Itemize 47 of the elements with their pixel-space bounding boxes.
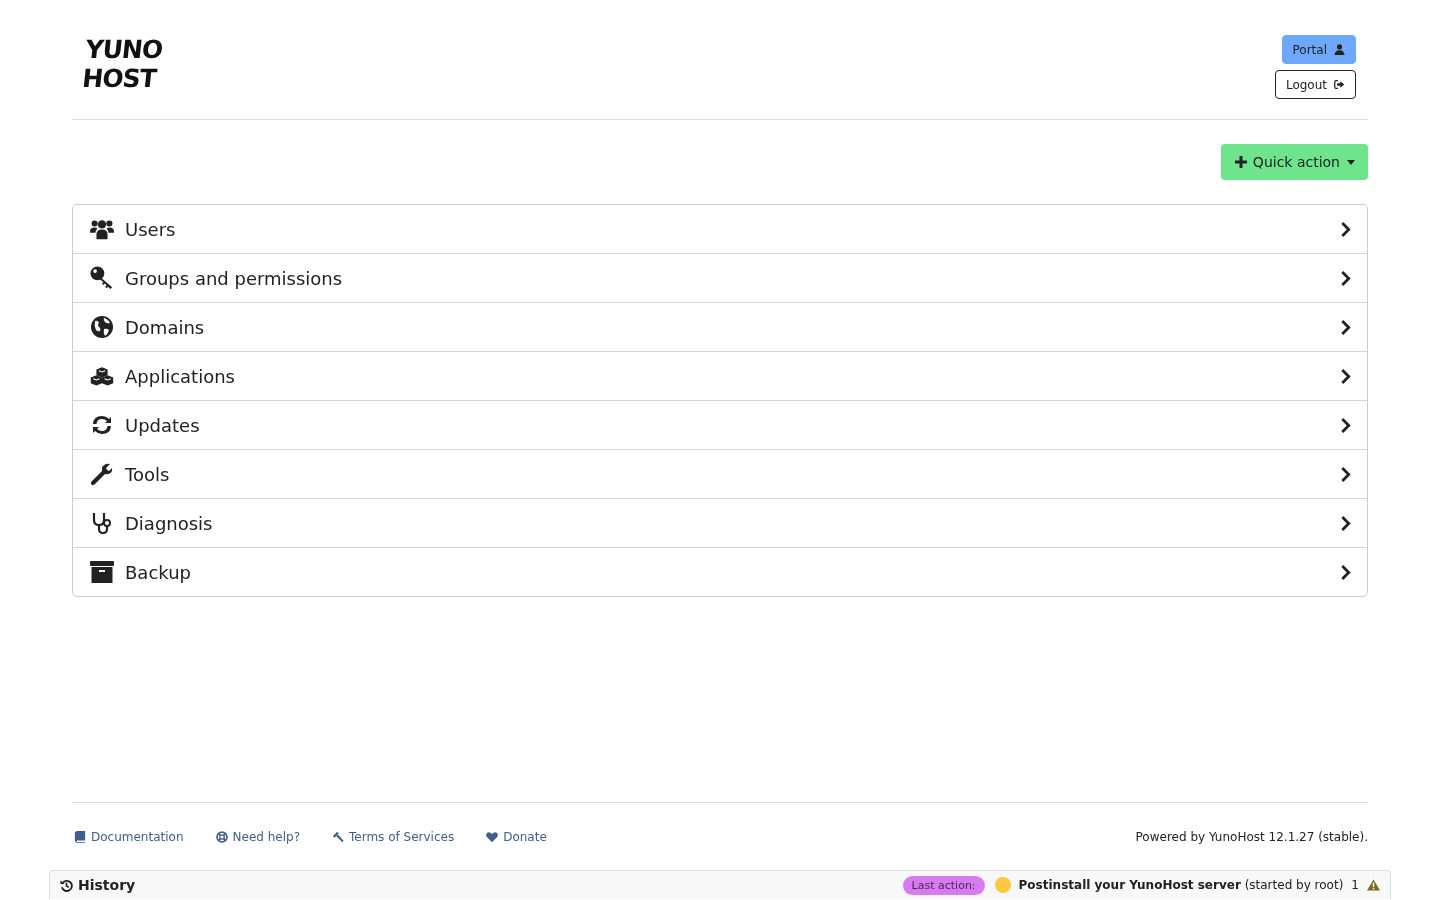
warning-count: 1 [1351,878,1359,892]
gavel-icon [332,830,344,843]
chevron-right-icon [1340,368,1351,384]
menu-item[interactable]: Tools [73,449,1367,498]
menu-item[interactable]: Diagnosis [73,498,1367,547]
refresh-icon [90,413,114,437]
chevron-right-icon [1340,417,1351,433]
globe-icon [90,315,114,339]
sign-out-icon [1334,79,1345,90]
caret-icon [1347,159,1355,165]
powered-by-text: Powered by YunoHost 12.1.27 (stable). [1135,829,1368,844]
menu-item[interactable]: Groups and permissions [73,253,1367,302]
menu-item[interactable]: Backup [73,547,1367,596]
chevron-right-icon [1340,270,1351,286]
archive-icon [90,560,114,584]
history-toggle[interactable]: History [60,877,136,893]
user-icon [1334,44,1345,55]
key-icon [90,266,114,290]
plus-icon [1234,156,1247,168]
logo[interactable]: YUNO HOST [80,35,164,93]
last-action-text: Postinstall your YunoHost server (started by root) [1018,878,1344,892]
footer-link[interactable]: Donate [486,829,547,844]
footer-link[interactable]: Documentation [74,829,184,844]
book-icon [74,830,86,843]
menu-item[interactable]: Users [73,205,1367,253]
last-action-badge: Last action: [902,875,985,895]
menu-item[interactable]: Domains [73,302,1367,351]
footer-link[interactable]: Need help? [215,829,300,844]
stethoscope-icon [90,511,114,535]
logout-button[interactable]: Logout [1274,70,1356,99]
warning-icon [1367,879,1380,891]
chevron-right-icon [1340,564,1351,580]
heart-icon [486,830,499,843]
life-ring-icon [215,830,228,843]
cubes-icon [90,364,114,388]
portal-button[interactable]: Portal [1281,35,1356,64]
chevron-right-icon [1340,466,1351,482]
users-icon [90,217,114,241]
footer-link[interactable]: Terms of Services [332,829,455,844]
quick-action-button[interactable]: Quick action [1220,144,1368,180]
wrench-icon [90,462,114,486]
chevron-right-icon [1340,515,1351,531]
menu-item[interactable]: Updates [73,400,1367,449]
menu-item[interactable]: Applications [73,351,1367,400]
chevron-right-icon [1340,221,1351,237]
history-icon [60,878,73,892]
chevron-right-icon [1340,319,1351,335]
